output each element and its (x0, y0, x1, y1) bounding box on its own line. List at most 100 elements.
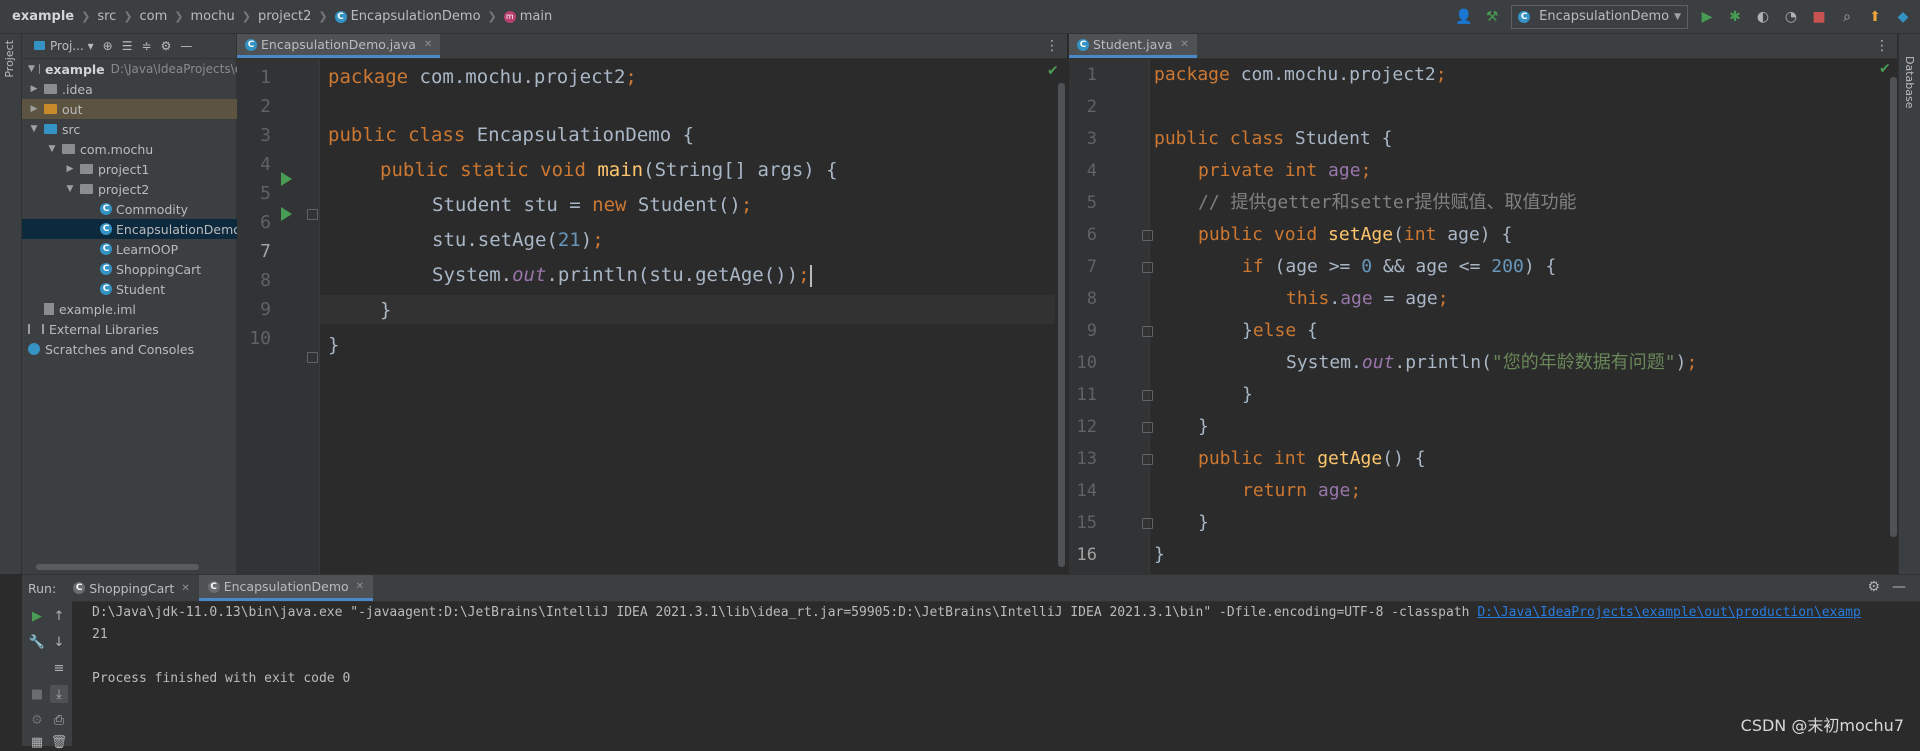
code-editor-right[interactable]: 1 2 3 4 5 6 7 8 9 10 11 12 13 14 15 16 package com.moch… (1069, 59, 1897, 574)
breadcrumb-method[interactable]: m main (503, 9, 553, 24)
no-problems-check-icon[interactable]: ✔ (1879, 61, 1891, 77)
fold-icon[interactable] (1142, 422, 1153, 433)
code-line-1: package com.mochu.project2; (1154, 64, 1447, 85)
scroll-to-end-icon[interactable]: ⤓ (50, 685, 68, 703)
fold-icon[interactable] (1142, 230, 1153, 241)
vertical-scrollbar[interactable] (1058, 83, 1065, 567)
chevron-right-icon[interactable]: ▶ (28, 84, 40, 94)
classpath-link[interactable]: D:\Java\IdeaProjects\example\out\product… (1477, 605, 1861, 620)
code-line-13: public int getAge() { (1198, 448, 1426, 469)
fold-icon[interactable] (1142, 326, 1153, 337)
tree-item-label: out (62, 101, 83, 117)
stop-icon[interactable]: ■ (1810, 8, 1828, 26)
breadcrumb-project[interactable]: example (12, 9, 74, 24)
close-icon[interactable]: ✕ (424, 39, 432, 50)
tree-item-out[interactable]: ▶ out (22, 99, 242, 119)
run-configuration-select[interactable]: C EncapsulationDemo ▼ (1511, 4, 1688, 29)
run-tab-encapsulationdemo[interactable]: C EncapsulationDemo ✕ (198, 575, 374, 601)
horizontal-scrollbar[interactable] (36, 564, 199, 570)
line-number: 10 (1076, 353, 1097, 373)
project-view-select[interactable]: Proj... ▾ (34, 39, 94, 53)
chevron-down-icon[interactable]: ▼ (28, 124, 40, 134)
folder-icon (44, 84, 57, 94)
gear-icon[interactable]: ⚙ (1867, 579, 1880, 595)
debug-icon[interactable]: ✱ (1726, 8, 1744, 26)
locate-icon[interactable]: ⊕ (103, 39, 113, 53)
breadcrumb-class[interactable]: C EncapsulationDemo (334, 9, 481, 24)
fold-icon[interactable] (1142, 518, 1153, 529)
chevron-right-icon[interactable]: ▶ (64, 164, 76, 174)
print-icon[interactable]: ⎙ (50, 711, 68, 729)
update-icon[interactable]: ⬆ (1866, 8, 1884, 26)
tree-item-example-iml[interactable]: example.iml (22, 299, 258, 319)
more-options-icon[interactable]: ⋮ (1045, 38, 1059, 54)
stop-icon[interactable]: ■ (28, 685, 46, 703)
tree-item-src[interactable]: ▼ src (22, 119, 242, 139)
tree-item-idea[interactable]: ▶ .idea (22, 79, 242, 99)
run-icon[interactable]: ▶ (1698, 8, 1716, 26)
breadcrumb-com[interactable]: com (140, 9, 168, 24)
run-class-icon[interactable] (281, 172, 292, 186)
class-icon: C (73, 582, 86, 594)
tab-student[interactable]: C Student.java ✕ (1069, 34, 1197, 58)
database-tool-button[interactable]: Database (1903, 56, 1916, 109)
code-editor-left[interactable]: 1 2 3 4 5 6 7 8 9 10 package com.mochu.project2; … (237, 59, 1067, 574)
collapse-all-icon[interactable]: ≑ (142, 39, 152, 53)
class-icon: C (1077, 38, 1089, 51)
chevron-right-icon[interactable]: ▶ (28, 104, 40, 114)
console-exit-line: Process finished with exit code 0 (92, 671, 351, 686)
folder-icon (44, 124, 57, 134)
expand-all-icon[interactable]: ☰ (122, 39, 133, 53)
fold-icon[interactable] (1142, 262, 1153, 273)
tree-item-com-mochu[interactable]: ▼ com.mochu (22, 139, 260, 159)
gear-icon[interactable]: ⚙ (161, 39, 172, 53)
run-main-icon[interactable] (281, 207, 292, 221)
breadcrumb-separator-icon: ❯ (174, 10, 184, 23)
close-icon[interactable]: ✕ (356, 581, 364, 592)
more-options-icon[interactable]: ⋮ (1875, 38, 1889, 54)
close-icon[interactable]: ✕ (181, 583, 189, 594)
code-with-me-icon[interactable]: ◆ (1894, 8, 1912, 26)
run-tab-shoppingcart[interactable]: C ShoppingCart ✕ (64, 575, 199, 601)
breadcrumb-mochu[interactable]: mochu (191, 9, 235, 24)
vertical-scrollbar[interactable] (1890, 77, 1897, 537)
project-tool-button[interactable]: Project (3, 40, 16, 78)
hide-icon[interactable]: — (1892, 579, 1906, 595)
tab-encapsulationdemo[interactable]: C EncapsulationDemo.java ✕ (237, 34, 441, 58)
tree-item-example[interactable]: ▼ example D:\Java\IdeaProjects\e (22, 59, 242, 79)
build-hammer-icon[interactable]: ⚒ (1483, 8, 1501, 26)
search-icon[interactable]: ⌕ (1838, 8, 1856, 26)
chevron-down-icon[interactable]: ▼ (46, 144, 58, 154)
rerun-icon[interactable]: ▶ (28, 607, 46, 625)
tree-item-external-libraries[interactable]: External Libraries (22, 319, 242, 339)
profile-icon[interactable]: ◔ (1782, 8, 1800, 26)
text-caret (809, 264, 812, 287)
breadcrumb-src[interactable]: src (97, 9, 116, 24)
chevron-down-icon[interactable]: ▼ (64, 184, 76, 194)
down-arrow-icon[interactable]: ↓ (50, 633, 68, 651)
coverage-icon[interactable]: ◐ (1754, 8, 1772, 26)
restore-layout-icon[interactable]: ⚙ (28, 711, 46, 729)
editor-left-tabbar: C EncapsulationDemo.java ✕ ⋮ (237, 34, 1067, 59)
wrench-icon[interactable]: 🔧 (28, 633, 46, 651)
project-panel-header: Proj... ▾ ⊕ ☰ ≑ ⚙ — (22, 34, 236, 59)
no-problems-check-icon[interactable]: ✔ (1047, 63, 1059, 79)
up-arrow-icon[interactable]: ↑ (50, 607, 68, 625)
run-tab-label: ShoppingCart (89, 580, 175, 596)
chevron-down-icon[interactable]: ▼ (28, 64, 35, 74)
layout-icon[interactable]: ▦ (28, 733, 46, 751)
hide-icon[interactable]: — (180, 39, 192, 53)
tree-item-label: example (44, 61, 105, 77)
fold-icon[interactable] (307, 352, 318, 363)
breadcrumb-project2[interactable]: project2 (258, 9, 311, 24)
fold-icon[interactable] (1142, 454, 1153, 465)
fold-icon[interactable] (307, 209, 318, 220)
fold-icon[interactable] (1142, 390, 1153, 401)
tree-item-scratches[interactable]: Scratches and Consoles (22, 339, 242, 359)
code-line-9: }else { (1242, 320, 1318, 341)
trash-icon[interactable]: 🗑 (50, 733, 68, 751)
close-icon[interactable]: ✕ (1180, 39, 1188, 50)
soft-wrap-icon[interactable]: ≡ (50, 659, 68, 677)
user-icon[interactable]: 👤 (1455, 8, 1473, 26)
breadcrumb-method-label: main (519, 9, 553, 24)
